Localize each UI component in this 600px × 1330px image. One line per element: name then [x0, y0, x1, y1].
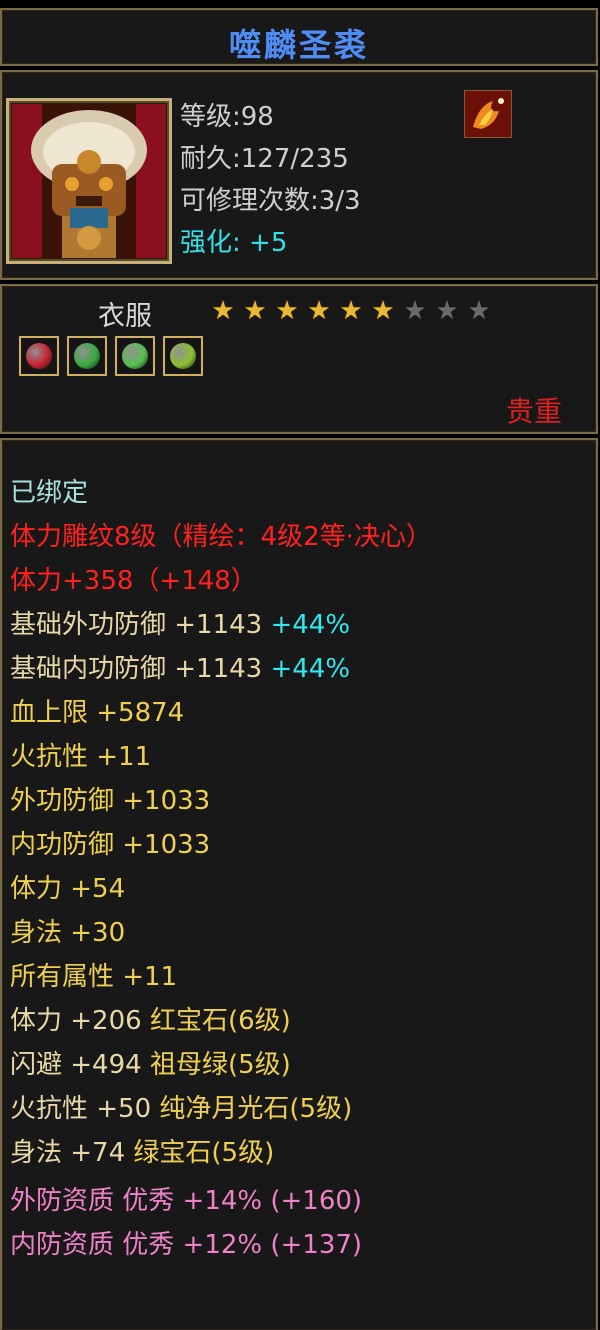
- star-filled-icon: ★: [211, 296, 235, 326]
- title-bar: 噬麟圣裘: [0, 8, 598, 66]
- star-empty-icon: ★: [467, 296, 491, 326]
- fur-armor-icon: [12, 104, 166, 258]
- repair-count-text: 可修理次数:3/3: [180, 186, 361, 216]
- leaf-gem-icon[interactable]: [115, 336, 155, 376]
- gem-stat-3: 火抗性 +50 纯净月光石(5级): [10, 1088, 352, 1125]
- gem-stat-4: 身法 +74 绿宝石(5级): [10, 1132, 274, 1169]
- gem-stat-1-name: 红宝石(6级): [149, 1006, 291, 1036]
- gem-stat-4-value: 身法 +74: [10, 1138, 134, 1168]
- gem-sockets: [19, 336, 203, 376]
- moonstone-gem-icon[interactable]: [163, 336, 203, 376]
- gem-stat-2-value: 闪避 +494: [10, 1050, 150, 1080]
- level-text: 等级:98: [180, 102, 274, 132]
- engraving-stat: 体力雕纹8级（精绘：4级2等·决心）: [10, 522, 432, 552]
- stats-panel: 已绑定 体力雕纹8级（精绘：4级2等·决心） 体力+358（+148） 基础外功…: [0, 438, 598, 1330]
- star-filled-icon: ★: [243, 296, 267, 326]
- enhance-label: 强化:: [180, 228, 241, 258]
- fire-resist-stat: 火抗性 +11: [10, 742, 152, 772]
- gem-stat-2-name: 祖母绿(5级): [149, 1050, 291, 1080]
- int-defense-quality: 内防资质 优秀 +12% (+137): [10, 1230, 363, 1260]
- star-empty-icon: ★: [403, 296, 427, 326]
- hp-stat: 血上限 +5874: [10, 698, 185, 728]
- item-info-panel: 等级:98 耐久:127/235 可修理次数:3/3 强化: +5: [0, 70, 598, 280]
- base-ext-defense-pct: +44%: [270, 610, 351, 640]
- base-int-defense-pct: +44%: [270, 654, 351, 684]
- fire-phoenix-icon: [464, 90, 512, 138]
- stamina-stat: 体力 +54: [10, 874, 126, 904]
- slot-label: 衣服: [98, 301, 152, 332]
- gem-stat-2: 闪避 +494 祖母绿(5级): [10, 1044, 291, 1081]
- gem-stat-1: 体力 +206 红宝石(6级): [10, 1000, 291, 1037]
- star-empty-icon: ★: [435, 296, 459, 326]
- agility-stat: 身法 +30: [10, 918, 126, 948]
- base-int-defense-stat: 基础内功防御 +1143 +44%: [10, 648, 350, 685]
- base-int-defense-value: 基础内功防御 +1143: [10, 654, 271, 684]
- ext-defense-stat: 外功防御 +1033: [10, 786, 211, 816]
- gem-stat-4-name: 绿宝石(5级): [133, 1138, 275, 1168]
- gem-stat-3-name: 纯净月光石(5级): [159, 1094, 353, 1124]
- red-gem-icon[interactable]: [19, 336, 59, 376]
- green-gem-icon[interactable]: [67, 336, 107, 376]
- ext-defense-quality: 外防资质 优秀 +14% (+160): [10, 1186, 363, 1216]
- star-filled-icon: ★: [371, 296, 395, 326]
- all-attributes-stat: 所有属性 +11: [10, 962, 178, 992]
- base-ext-defense-value: 基础外功防御 +1143: [10, 610, 271, 640]
- base-ext-defense-stat: 基础外功防御 +1143 +44%: [10, 604, 350, 641]
- rarity-label: 贵重: [505, 395, 562, 428]
- star-filled-icon: ★: [339, 296, 363, 326]
- item-summary-panel: 衣服 ★ ★ ★ ★ ★ ★ ★ ★ ★ 贵重: [0, 284, 598, 434]
- stamina-main-stat: 体力+358（+148）: [10, 566, 257, 596]
- enhance-value: +5: [249, 228, 288, 258]
- star-filled-icon: ★: [275, 296, 299, 326]
- bound-status: 已绑定: [10, 478, 89, 508]
- gem-stat-3-value: 火抗性 +50: [10, 1094, 160, 1124]
- star-filled-icon: ★: [307, 296, 331, 326]
- enhance-row: 强化: +5: [180, 222, 287, 259]
- gem-stat-1-value: 体力 +206: [10, 1006, 150, 1036]
- item-name: 噬麟圣裘: [228, 26, 369, 64]
- item-portrait: [6, 98, 172, 264]
- star-rating: ★ ★ ★ ★ ★ ★ ★ ★ ★: [208, 298, 494, 324]
- durability-text: 耐久:127/235: [180, 144, 349, 174]
- int-defense-stat: 内功防御 +1033: [10, 830, 211, 860]
